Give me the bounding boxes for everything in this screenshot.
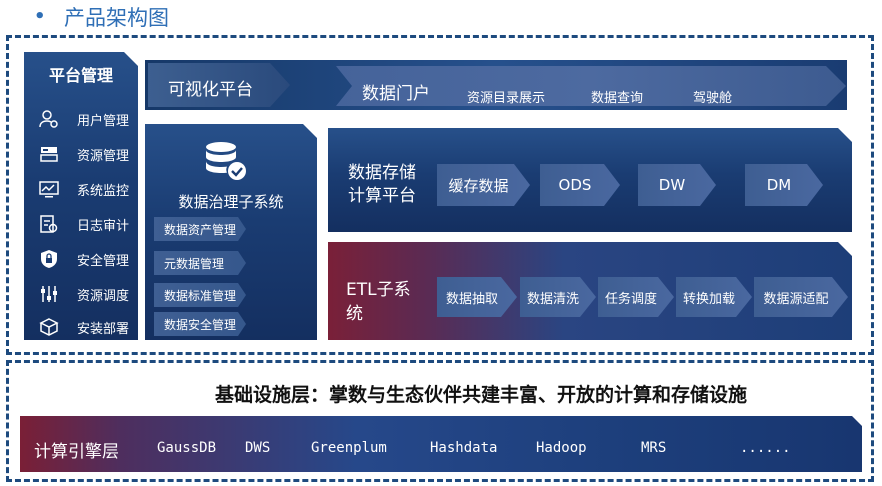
sidebar-item-security-management[interactable]: 安全管理 [24,242,138,276]
storage-item-cache[interactable]: 缓存数据 [437,164,530,206]
governance-item-label: 数据资产管理 [164,223,237,237]
sidebar-item-label: 安装部署 [77,322,130,337]
sidebar-item-label: 资源管理 [77,149,130,164]
etl-item-schedule[interactable]: 任务调度 [598,277,674,317]
etl-title-line1: ETL子系 [346,280,411,300]
server-icon [38,143,60,165]
sidebar-item-label: 安全管理 [77,254,130,269]
sidebar-item-install-deploy[interactable]: 安装部署 [24,310,138,344]
storage-item-dw[interactable]: DW [638,164,716,206]
title-bullet: • [34,6,46,27]
log-audit-icon [38,213,60,235]
sidebar-item-label: 用户管理 [77,114,130,129]
sidebar-item-resource-scheduling[interactable]: 资源调度 [24,277,138,311]
etl-item-clean[interactable]: 数据清洗 [520,277,596,317]
sidebar-item-label: 日志审计 [77,219,130,234]
engine-dws[interactable]: DWS [245,440,270,456]
engine-hashdata[interactable]: Hashdata [430,440,497,456]
storage-item-label: DW [658,176,686,194]
storage-item-label: 缓存数据 [448,176,509,195]
governance-item-asset-management[interactable]: 数据资产管理 [154,217,246,241]
shield-lock-icon [38,248,60,270]
governance-item-label: 数据安全管理 [164,318,237,332]
user-settings-icon [38,108,60,130]
storage-item-dm[interactable]: DM [745,164,823,206]
engine-more: ...... [740,440,791,456]
storage-title-line1: 数据存储 [348,163,416,183]
etl-item-extract[interactable]: 数据抽取 [437,277,517,317]
data-portal-label: 数据门户 [362,84,430,104]
etl-item-source-adapter[interactable]: 数据源适配 [754,277,848,317]
etl-title-line2: 统 [346,304,363,324]
storage-item-label: DM [766,176,792,194]
etl-item-label: 数据源适配 [763,291,829,307]
data-governance-title: 数据治理子系统 [178,193,284,211]
etl-item-label: 任务调度 [604,291,657,307]
engine-mrs[interactable]: MRS [641,440,666,456]
governance-item-label: 数据标准管理 [164,289,237,303]
sidebar-item-label: 系统监控 [77,184,130,199]
engine-greenplum[interactable]: Greenplum [311,440,387,456]
storage-item-label: ODS [558,176,592,194]
governance-item-security-management[interactable]: 数据安全管理 [154,312,246,336]
storage-title-line2: 计算平台 [348,186,416,206]
storage-item-ods[interactable]: ODS [540,164,620,206]
platform-management-panel: 平台管理 用户管理 资源管理 系统监控 日志审计 安全管理 资源调度 安装部署 [24,52,138,340]
etl-item-transform-load[interactable]: 转换加载 [676,277,752,317]
monitor-chart-icon [38,178,60,200]
engine-hadoop[interactable]: Hadoop [536,440,587,456]
sliders-icon [38,283,60,305]
governance-item-standard-management[interactable]: 数据标准管理 [154,283,246,307]
platform-management-title: 平台管理 [48,66,113,85]
visualization-platform-label: 可视化平台 [168,80,253,100]
sidebar-item-resource-management[interactable]: 资源管理 [24,137,138,171]
portal-item-cockpit[interactable]: 驾驶舱 [693,87,732,106]
compute-engine-label: 计算引擎层 [34,442,119,462]
sidebar-item-user-management[interactable]: 用户管理 [24,102,138,136]
governance-item-label: 元数据管理 [164,257,225,271]
portal-item-data-query[interactable]: 数据查询 [591,87,643,106]
install-box-icon [38,316,60,338]
sidebar-item-log-audit[interactable]: 日志审计 [24,207,138,241]
etl-title: ETL子系 统 [346,278,411,326]
etl-item-label: 数据清洗 [526,291,579,307]
storage-compute-title: 数据存储 计算平台 [348,162,416,208]
etl-item-label: 转换加载 [682,291,735,307]
sidebar-item-label: 资源调度 [77,289,130,304]
engine-gaussdb[interactable]: GaussDB [157,440,216,456]
etl-item-label: 数据抽取 [445,291,498,307]
page-title: 产品架构图 [64,6,169,30]
sidebar-item-system-monitor[interactable]: 系统监控 [24,172,138,206]
governance-item-metadata-management[interactable]: 元数据管理 [154,251,246,275]
database-check-icon [203,140,249,184]
infrastructure-title: 基础设施层：掌数与生态伙伴共建丰富、开放的计算和存储设施 [214,384,747,406]
portal-item-resource-catalog[interactable]: 资源目录展示 [467,87,545,106]
